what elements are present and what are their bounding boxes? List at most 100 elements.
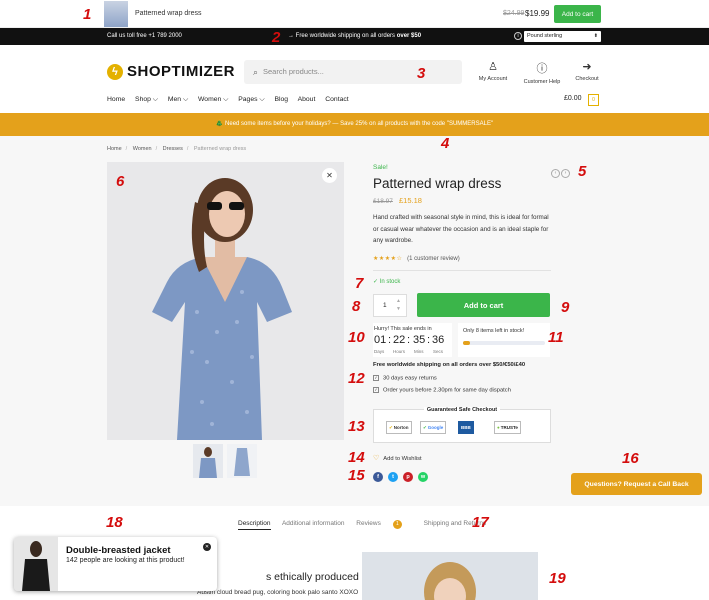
stepper-arrows-icon[interactable]: ▲ ▼: [396, 297, 401, 313]
zoom-close-icon[interactable]: ✕: [322, 168, 337, 183]
tab-additional-information[interactable]: Additional information: [282, 520, 345, 527]
help-icon: ⓘ: [536, 63, 548, 75]
twitter-icon[interactable]: t: [388, 472, 398, 482]
reviews-count-badge: 1: [392, 520, 402, 529]
nav-blog[interactable]: Blog: [274, 96, 288, 103]
breadcrumb: Home / Women / Dresses / Patterned wrap dre…: [107, 146, 247, 152]
pinterest-icon[interactable]: p: [403, 472, 413, 482]
breadcrumb-home[interactable]: Home: [107, 146, 122, 152]
divider: [373, 270, 551, 271]
stock-progress-fill: [463, 341, 470, 345]
search-bar[interactable]: ⌕ Search products...: [244, 60, 462, 84]
nav-shop[interactable]: Shop ⌵: [135, 96, 158, 103]
my-account-link[interactable]: ♙ My Account: [476, 60, 510, 82]
add-to-wishlist[interactable]: ♡ Add to Wishlist: [373, 454, 422, 462]
whatsapp-icon[interactable]: w: [418, 472, 428, 482]
benefit-item: ✓ 30 days easy returns: [373, 375, 437, 382]
annotation-number: 11: [548, 329, 564, 346]
nav-women[interactable]: Women ⌵: [198, 96, 228, 103]
heart-icon: ♡: [373, 455, 380, 462]
sticky-product-name: Patterned wrap dress: [135, 10, 202, 17]
stock-progress-bar: [463, 341, 545, 345]
quantity-value[interactable]: 1: [383, 302, 387, 309]
facebook-icon[interactable]: f: [373, 472, 383, 482]
annotation-number: 17: [472, 514, 489, 531]
items-left-text: Only 8 items left in stock!: [463, 328, 525, 334]
tab-reviews-label: Reviews: [356, 520, 381, 527]
sticky-new-price: $19.99: [525, 9, 550, 18]
tab-reviews[interactable]: Reviews 1: [356, 520, 412, 529]
popup-message: 142 people are looking at this product!: [66, 557, 185, 564]
currency-select[interactable]: Pound sterling ⬍: [524, 31, 601, 42]
thumbnail-1[interactable]: [193, 444, 223, 478]
shipping-bold: over $50: [396, 33, 422, 39]
phone-text: Call us toll free +1 789 2000: [107, 33, 182, 39]
shipping-prefix: → Free worldwide shipping on all orders: [288, 33, 397, 39]
cart-bag-icon: 0: [588, 94, 599, 106]
annotation-number: 14: [348, 449, 365, 466]
label-secs: Secs: [433, 349, 444, 354]
product-price: £18.97 £15.18: [373, 196, 422, 205]
nav-contact[interactable]: Contact: [325, 96, 348, 103]
nav-about[interactable]: About: [298, 96, 316, 103]
countdown-heading: Hurry! This sale ends in: [374, 326, 432, 332]
request-callback-button[interactable]: Questions? Request a Call Back: [571, 473, 702, 495]
customer-help-link[interactable]: ⓘ Customer Help: [520, 60, 564, 85]
checkout-arrow-icon: ➜: [582, 61, 592, 73]
safe-checkout-title: Guaranteed Safe Checkout: [374, 407, 550, 413]
thumbnail-2[interactable]: [227, 444, 257, 478]
annotation-number: 9: [561, 299, 570, 316]
sticky-add-to-cart-button[interactable]: Add to cart: [554, 5, 601, 23]
product-main-image[interactable]: [107, 162, 344, 440]
bbb-badge: BBB: [458, 421, 474, 434]
wishlist-label: Add to Wishlist: [383, 456, 422, 462]
chevron-down-icon: ⬍: [593, 33, 598, 39]
annotation-number: 19: [549, 570, 566, 587]
sale-badge: Sale!: [373, 164, 388, 171]
stock-scarcity: Only 8 items left in stock!: [458, 323, 550, 357]
content-heading: s ethically produced: [266, 571, 359, 583]
countdown-secs: 36: [432, 334, 445, 346]
nav-pages[interactable]: Pages ⌵: [238, 96, 264, 103]
previous-product-icon[interactable]: ‹: [551, 169, 560, 178]
breadcrumb-dresses[interactable]: Dresses: [163, 146, 183, 152]
social-proof-popup[interactable]: Double-breasted jacket 142 people are lo…: [14, 537, 217, 591]
content-image: [362, 552, 538, 600]
checkout-label: Checkout: [575, 76, 599, 82]
checkout-link[interactable]: ➜ Checkout: [572, 60, 602, 82]
shipping-notice: → Free worldwide shipping on all orders …: [288, 33, 421, 39]
annotation-number: 16: [622, 450, 639, 467]
sticky-product-thumbnail[interactable]: [104, 1, 128, 27]
annotation-number: 7: [355, 275, 364, 292]
close-icon[interactable]: ✕: [203, 543, 211, 551]
header-cart[interactable]: £0.00 0: [564, 94, 599, 106]
info-icon[interactable]: i: [514, 32, 522, 40]
product-nav-arrows: ‹ ›: [551, 167, 571, 178]
nav-men[interactable]: Men ⌵: [168, 96, 188, 103]
add-to-cart-button[interactable]: Add to cart: [417, 293, 550, 317]
breadcrumb-women[interactable]: Women: [133, 146, 152, 152]
annotation-number: 5: [578, 163, 587, 180]
annotation-number: 8: [352, 298, 361, 315]
sticky-product-bar: Patterned wrap dress $24.99 $19.99 Add t…: [0, 0, 709, 28]
annotation-number: 13: [348, 418, 365, 435]
search-input[interactable]: Search products...: [263, 67, 324, 76]
annotation-number: 4: [441, 135, 450, 152]
customer-help-label: Customer Help: [523, 79, 561, 85]
annotation-number: 10: [348, 329, 365, 346]
new-price: £15.18: [398, 196, 422, 205]
quantity-stepper[interactable]: 1 ▲ ▼: [373, 294, 407, 317]
safe-checkout-box: Guaranteed Safe Checkout ✔ Norton ✔ Google…: [373, 407, 551, 443]
label-hours: Hours: [393, 349, 406, 354]
countdown-separator: :: [407, 334, 411, 346]
annotation-number: 3: [417, 65, 426, 82]
breadcrumb-current: Patterned wrap dress: [193, 146, 247, 152]
countdown-separator: :: [388, 334, 392, 346]
product-title: Patterned wrap dress: [373, 176, 502, 191]
tab-description[interactable]: Description: [238, 520, 271, 530]
review-link[interactable]: (1 customer review): [407, 256, 460, 262]
next-product-icon[interactable]: ›: [561, 169, 570, 178]
product-description: Hand crafted with seasonal style in mind…: [373, 214, 549, 244]
search-icon: ⌕: [253, 67, 259, 77]
nav-home[interactable]: Home: [107, 96, 125, 103]
